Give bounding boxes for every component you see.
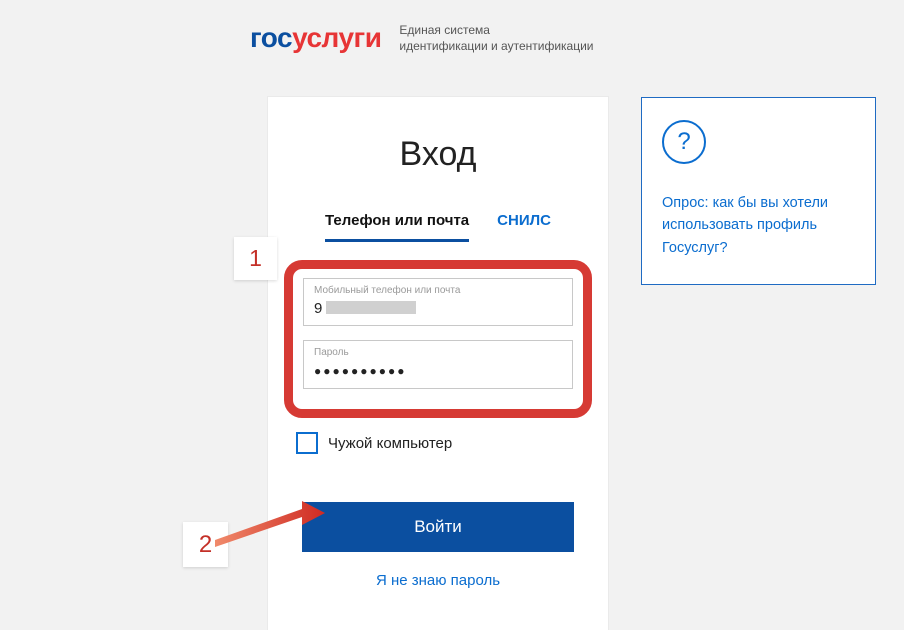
- login-input-label: Мобильный телефон или почта: [314, 285, 562, 296]
- login-card: Вход Телефон или почта СНИЛС Мобильный т…: [268, 97, 608, 630]
- login-title: Вход: [268, 135, 608, 174]
- tab-snils[interactable]: СНИЛС: [497, 212, 551, 242]
- header-subtitle: Единая система идентификации и аутентифи…: [399, 22, 593, 54]
- foreign-computer-checkbox[interactable]: [296, 432, 318, 454]
- annotation-step-1: 1: [234, 237, 277, 280]
- help-card: ? Опрос: как бы вы хотели использовать п…: [641, 97, 876, 285]
- logo-part-2: услуги: [292, 22, 381, 53]
- password-input-label: Пароль: [314, 347, 562, 358]
- password-input-value: ●●●●●●●●●●: [314, 362, 562, 380]
- login-tabs: Телефон или почта СНИЛС: [268, 212, 608, 242]
- annotation-step-2: 2: [183, 522, 228, 567]
- foreign-computer-row: Чужой компьютер: [296, 432, 608, 454]
- question-icon: ?: [662, 120, 706, 164]
- password-input-wrap[interactable]: Пароль ●●●●●●●●●●: [303, 340, 573, 389]
- login-value-visible: 9: [314, 300, 323, 317]
- header: госуслуги Единая система идентификации и…: [250, 22, 593, 54]
- tab-phone-email[interactable]: Телефон или почта: [325, 212, 469, 242]
- login-input-wrap[interactable]: Мобильный телефон или почта 9: [303, 278, 573, 326]
- logo-part-1: гос: [250, 22, 292, 53]
- redacted-block: [326, 301, 416, 314]
- subtitle-line-2: идентификации и аутентификации: [399, 38, 593, 54]
- subtitle-line-1: Единая система: [399, 22, 593, 38]
- foreign-computer-label: Чужой компьютер: [328, 435, 452, 452]
- help-link[interactable]: Опрос: как бы вы хотели использовать про…: [662, 192, 855, 259]
- login-input-value: 9: [314, 300, 562, 317]
- forgot-password-link[interactable]: Я не знаю пароль: [376, 572, 500, 589]
- logo: госуслуги: [250, 22, 381, 54]
- login-button[interactable]: Войти: [302, 502, 574, 552]
- credentials-highlight: Мобильный телефон или почта 9 Пароль ●●●…: [284, 260, 592, 418]
